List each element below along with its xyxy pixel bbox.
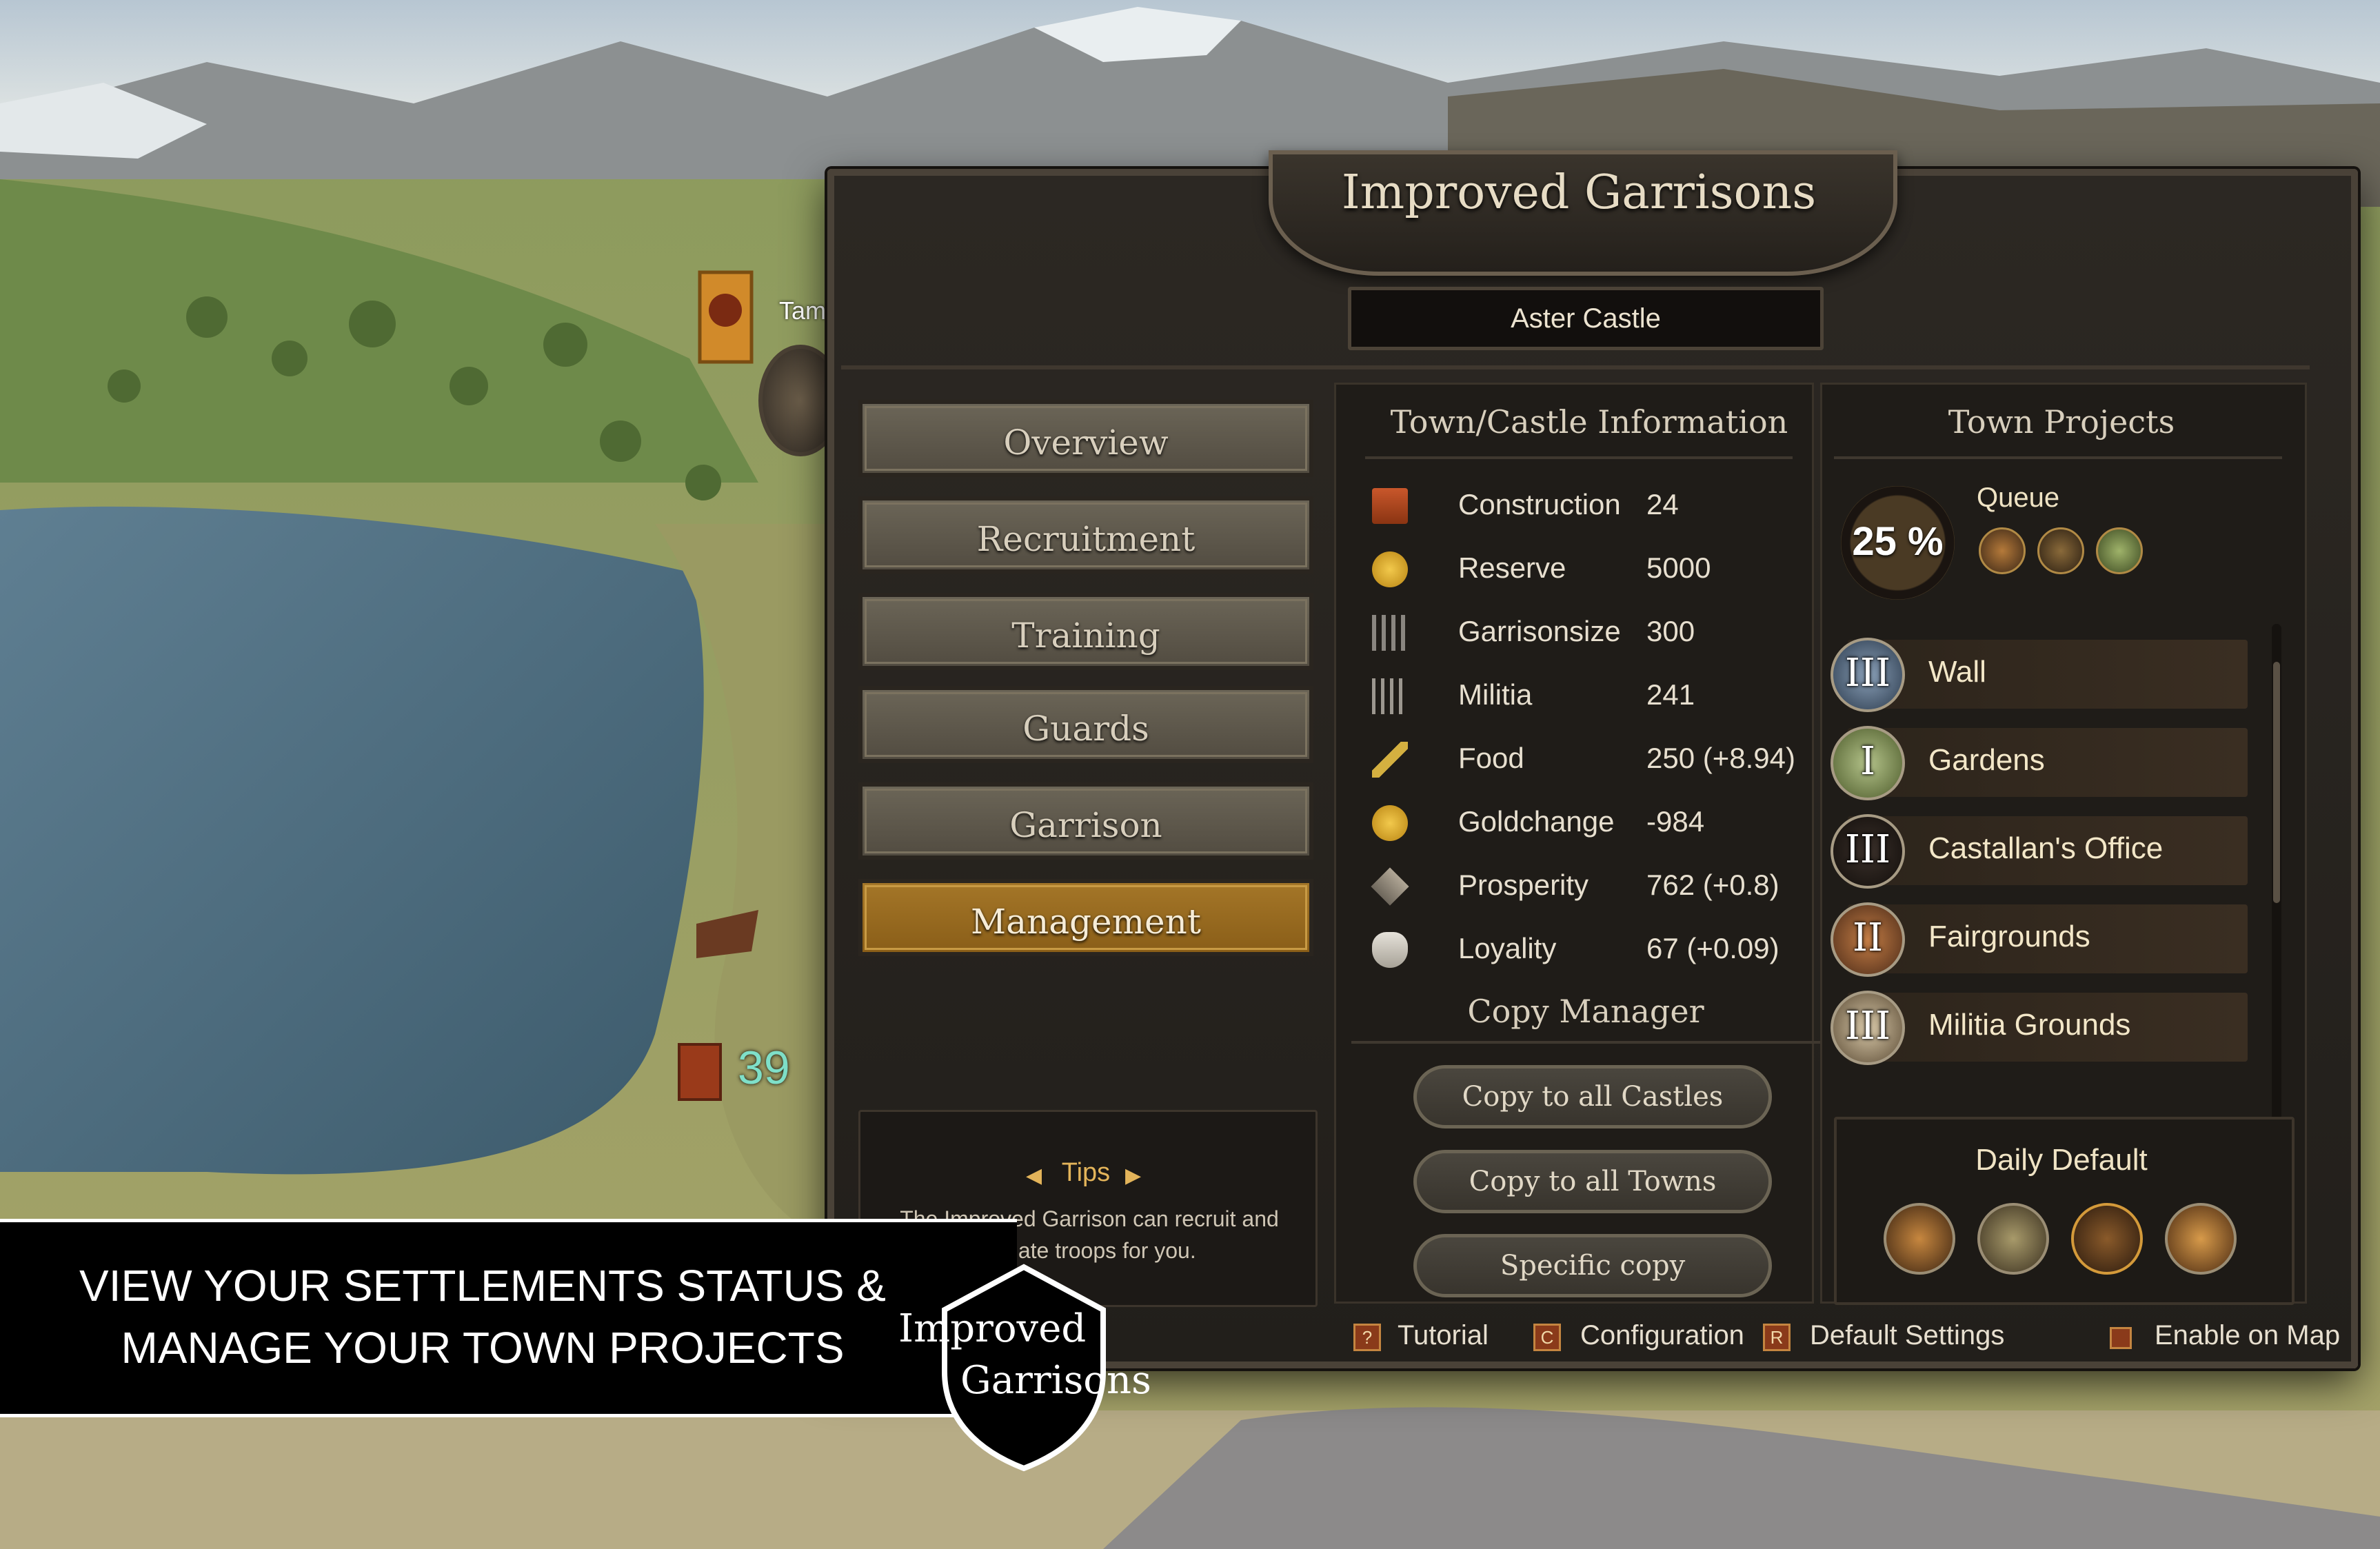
project-tier-fairgrounds: II: [1852, 915, 1884, 960]
tips-title: Tips: [1061, 1158, 1111, 1187]
project-tier-gardens: I: [1859, 739, 1876, 784]
projects-title-rule: [1834, 456, 2282, 459]
project-row-wall[interactable]: [1848, 640, 2248, 709]
bricks-icon: [1372, 488, 1408, 524]
queue-item-3-icon[interactable]: [2096, 527, 2143, 574]
enable-on-map-checkbox[interactable]: [2110, 1327, 2132, 1349]
copy-manager-title: Copy Manager: [1467, 993, 1704, 1030]
stat-value-militia: 241: [1646, 678, 1695, 711]
logo-text-line1: Improved: [898, 1306, 1087, 1351]
queue-item-2-icon[interactable]: [2037, 527, 2084, 574]
tab-recruitment[interactable]: Recruitment: [858, 496, 1313, 574]
copy-manager-rule: [1351, 1041, 1820, 1044]
wheat-icon: [1372, 742, 1408, 778]
info-title-rule: [1365, 456, 1793, 459]
gold-coin-icon: [1372, 805, 1408, 841]
stat-label-goldchange: Goldchange: [1458, 805, 1615, 838]
tutorial-link[interactable]: Tutorial: [1398, 1320, 1489, 1351]
daily-default-option-4-icon[interactable]: [2165, 1203, 2237, 1275]
project-name-militia-grounds: Militia Grounds: [1928, 1008, 2131, 1042]
stat-value-prosperity: 762 (+0.8): [1646, 869, 1779, 901]
default-settings-link[interactable]: Default Settings: [1810, 1320, 2004, 1351]
stat-label-construction: Construction: [1458, 488, 1621, 520]
queue-progress-text: 25 %: [1852, 519, 1944, 564]
daily-default-option-3-icon[interactable]: [2071, 1203, 2143, 1275]
project-tier-wall: III: [1844, 651, 1891, 696]
configuration-link[interactable]: Configuration: [1580, 1320, 1744, 1351]
stat-label-militia: Militia: [1458, 678, 1533, 711]
project-row-gardens[interactable]: [1848, 728, 2248, 797]
copy-to-all-castles-button[interactable]: Copy to all Castles: [1413, 1065, 1772, 1128]
projects-title: Town Projects: [1948, 403, 2175, 441]
header-divider: [841, 365, 2310, 369]
stat-label-food: Food: [1458, 742, 1524, 774]
stat-value-loyality: 67 (+0.09): [1646, 932, 1779, 964]
queue-item-1-icon[interactable]: [1979, 527, 2026, 574]
tips-next-arrow-icon[interactable]: ▶: [1125, 1164, 1141, 1188]
project-name-fairgrounds: Fairgrounds: [1928, 920, 2090, 953]
specific-copy-button[interactable]: Specific copy: [1413, 1234, 1772, 1297]
tab-overview[interactable]: Overview: [858, 400, 1313, 477]
party-size-counter[interactable]: 39: [738, 1041, 790, 1095]
stat-value-garrisonsize: 300: [1646, 615, 1695, 647]
project-name-castallans-office: Castallan's Office: [1928, 831, 2164, 865]
enable-on-map-label: Enable on Map: [2155, 1320, 2341, 1350]
promo-line-2: MANAGE YOUR TOWN PROJECTS: [121, 1323, 845, 1373]
configuration-key-icon[interactable]: C: [1533, 1324, 1561, 1351]
project-name-gardens: Gardens: [1928, 743, 2045, 777]
project-tier-castallans-office: III: [1844, 827, 1891, 872]
tab-training[interactable]: Training: [858, 593, 1313, 670]
project-name-wall: Wall: [1928, 655, 1986, 689]
tab-guards[interactable]: Guards: [858, 686, 1313, 763]
stat-value-food: 250 (+8.94): [1646, 742, 1795, 774]
promo-banner-text: VIEW YOUR SETTLEMENTS STATUS & MANAGE YO…: [28, 1255, 938, 1379]
settlement-name: Aster Castle: [1511, 303, 1661, 334]
queue-label: Queue: [1977, 483, 2060, 513]
spears-icon: [1372, 615, 1408, 651]
default-settings-key-icon[interactable]: R: [1763, 1324, 1791, 1351]
tab-garrison[interactable]: Garrison: [858, 782, 1313, 860]
copy-to-all-towns-button[interactable]: Copy to all Towns: [1413, 1150, 1772, 1213]
window-title: Improved Garrisons: [1341, 165, 1817, 220]
stat-label-loyality: Loyality: [1458, 932, 1557, 964]
tab-management[interactable]: Management: [858, 879, 1313, 956]
stat-label-reserve: Reserve: [1458, 551, 1566, 584]
daily-default-label: Daily Default: [1975, 1143, 2148, 1177]
map-settlement-label[interactable]: Tam: [779, 296, 826, 325]
projects-scrollbar-thumb[interactable]: [2273, 662, 2280, 903]
stat-label-garrisonsize: Garrisonsize: [1458, 615, 1621, 647]
stat-value-construction: 24: [1646, 488, 1679, 520]
project-tier-militia-grounds: III: [1844, 1004, 1891, 1049]
daily-default-option-2-icon[interactable]: [1977, 1203, 2049, 1275]
stat-value-goldchange: -984: [1646, 805, 1705, 838]
pitchfork-icon: [1372, 678, 1408, 714]
stat-value-reserve: 5000: [1646, 551, 1711, 584]
mask-icon: [1372, 932, 1408, 968]
stat-label-prosperity: Prosperity: [1458, 869, 1589, 901]
tutorial-key-icon[interactable]: ?: [1353, 1324, 1381, 1351]
logo-text-line2: Garrisons: [960, 1358, 1151, 1403]
info-title: Town/Castle Information: [1390, 403, 1788, 441]
promo-line-1: VIEW YOUR SETTLEMENTS STATUS &: [79, 1261, 886, 1310]
gold-coin-icon: [1372, 551, 1408, 587]
daily-default-option-1-icon[interactable]: [1884, 1203, 1955, 1275]
